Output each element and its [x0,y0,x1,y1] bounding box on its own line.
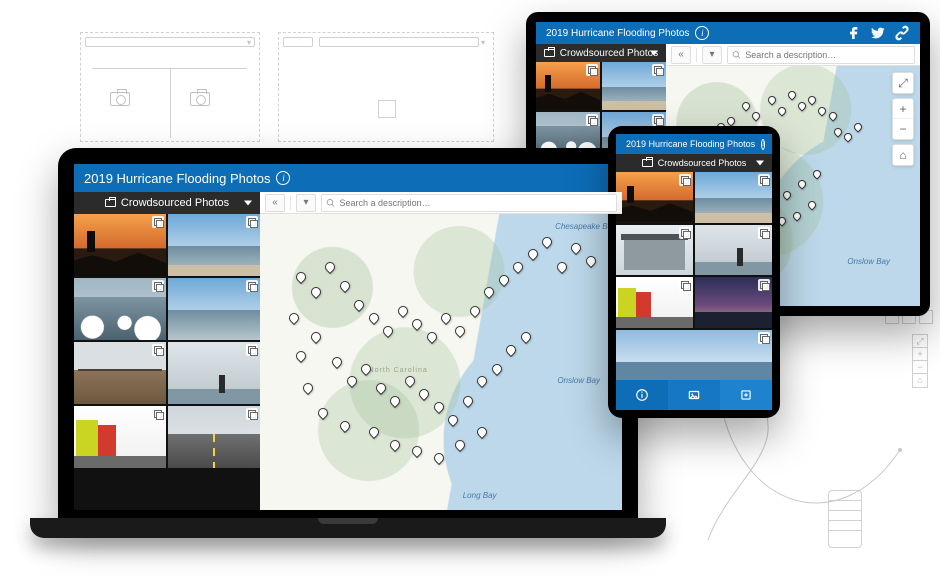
camera-icon [190,92,210,106]
photo-thumb[interactable] [616,277,693,328]
info-icon[interactable]: i [276,171,290,185]
info-icon[interactable]: i [761,139,765,150]
panel-title-bar[interactable]: Crowdsourced Photos [536,44,666,62]
camera-icon [642,159,653,167]
camera-icon [105,199,116,207]
photo-grid [616,172,772,380]
tab-gallery[interactable] [668,380,720,410]
stack-icon [652,64,664,76]
camera-icon [110,92,130,106]
photo-thumb[interactable] [616,330,772,381]
wire-panel-b: ▾ [278,32,494,142]
photo-thumb[interactable] [74,406,166,468]
photo-thumb[interactable] [616,172,693,223]
device-laptop: 2019 Hurricane Flooding Photos i Crowdso… [58,148,638,520]
stack-icon [758,174,770,186]
wire-mini-zoomstack: ⤢ + − ⌂ [912,332,928,388]
photo-thumb[interactable] [168,342,260,404]
link-icon[interactable] [894,25,910,41]
search-icon [732,50,741,60]
photo-grid [74,214,260,468]
filter-button[interactable]: ▾ [296,194,316,212]
stack-icon [152,216,164,228]
app-title: 2019 Hurricane Flooding Photos [626,139,755,149]
photo-thumb[interactable] [616,225,693,276]
stack-icon [758,227,770,239]
photo-thumb[interactable] [168,214,260,276]
panel-title: Crowdsourced Photos [121,197,229,209]
stack-icon [246,408,258,420]
map-label: North Carolina [369,367,428,374]
panel-title-bar[interactable]: Crowdsourced Photos [616,154,772,172]
photo-thumb[interactable] [168,406,260,468]
map-home-control[interactable]: ⌂ [892,144,914,166]
app-header: 2019 Hurricane Flooding Photos i [616,134,772,154]
chevron-down-icon [244,201,252,206]
map-toolbar: « ▾ [260,192,622,214]
app-header: 2019 Hurricane Flooding Photos i [536,22,920,44]
camera-icon [544,49,555,57]
stack-icon [679,227,691,239]
map-glyph-icon [378,100,396,118]
twitter-icon[interactable] [870,25,886,41]
photo-thumb[interactable] [695,225,772,276]
stack-icon [246,280,258,292]
wire-phone [828,490,862,548]
search-input-wrap [321,194,617,212]
panel-title: Crowdsourced Photos [560,48,658,59]
stack-icon [679,279,691,291]
device-tablet-portrait: 2019 Hurricane Flooding Photos i Crowdso… [608,126,780,418]
stack-icon [246,344,258,356]
photo-thumb[interactable] [695,172,772,223]
stack-icon [652,114,664,126]
wire-divider [170,68,171,138]
search-input[interactable] [745,50,910,60]
stack-icon [679,174,691,186]
tab-info[interactable] [616,380,668,410]
map[interactable]: « ▾ Onslow Bay Long Bay Chesapeake Bay N… [260,192,622,510]
stack-icon [758,332,770,344]
map-label: Onslow Bay [557,376,600,385]
photo-thumb[interactable] [695,277,772,328]
search-input[interactable] [340,198,612,208]
map-label: Chesapeake Bay [555,222,616,231]
search-input-wrap [727,46,915,64]
map-label: Long Bay [463,491,497,500]
photo-thumb[interactable] [168,278,260,340]
stack-icon [586,64,598,76]
stack-icon [246,216,258,228]
map-expand-control[interactable]: ⤢ [892,72,914,94]
collapse-panel-button[interactable]: « [265,194,285,212]
chevron-down-icon [650,51,658,56]
stack-icon [586,114,598,126]
app-title: 2019 Hurricane Flooding Photos [84,171,270,186]
panel-title: Crowdsourced Photos [658,158,747,168]
bottom-tabs [616,380,772,410]
search-icon [326,198,336,208]
photo-thumb[interactable] [74,214,166,276]
photo-thumb[interactable] [602,62,666,110]
map-zoom-control[interactable]: +− [892,98,914,140]
laptop-notch [318,518,378,524]
app-title: 2019 Hurricane Flooding Photos [546,28,689,39]
photo-thumb[interactable] [536,62,600,110]
filter-button[interactable]: ▾ [702,46,722,64]
panel-title-bar[interactable]: Crowdsourced Photos [74,192,260,214]
app-header: 2019 Hurricane Flooding Photos i [74,164,622,192]
stack-icon [152,280,164,292]
info-icon[interactable]: i [695,26,709,40]
stack-icon [758,279,770,291]
stack-icon [152,344,164,356]
tab-add[interactable] [720,380,772,410]
map-toolbar: « ▾ [666,44,920,66]
photo-thumb[interactable] [74,342,166,404]
map-label: Onslow Bay [847,257,890,266]
stack-icon [152,408,164,420]
chevron-down-icon [756,161,764,166]
photo-thumb[interactable] [74,278,166,340]
collapse-panel-button[interactable]: « [671,46,691,64]
facebook-icon[interactable] [846,25,862,41]
